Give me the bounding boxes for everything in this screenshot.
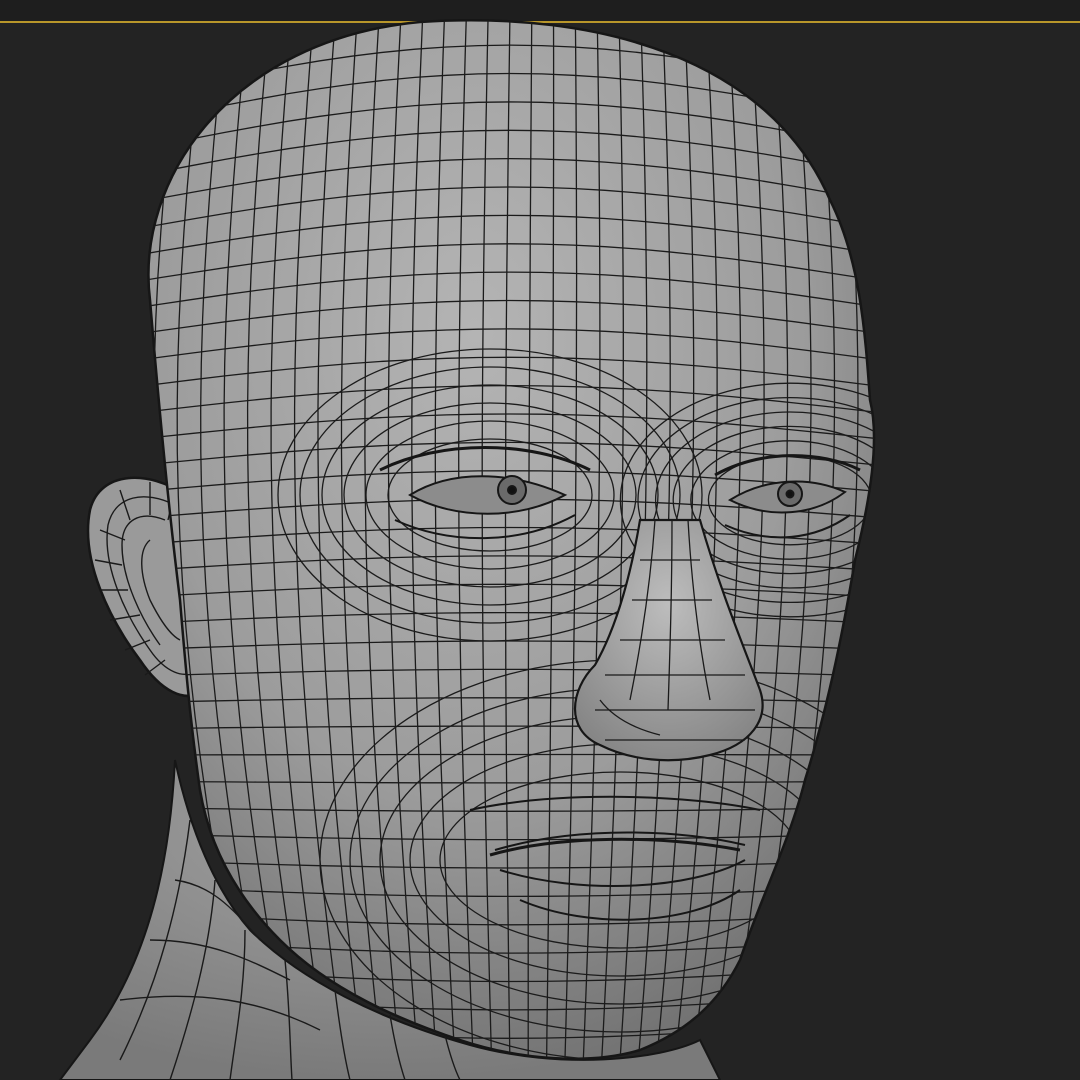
- 3d-viewport[interactable]: [0, 0, 1080, 1080]
- head-mesh[interactable]: [0, 0, 1080, 1080]
